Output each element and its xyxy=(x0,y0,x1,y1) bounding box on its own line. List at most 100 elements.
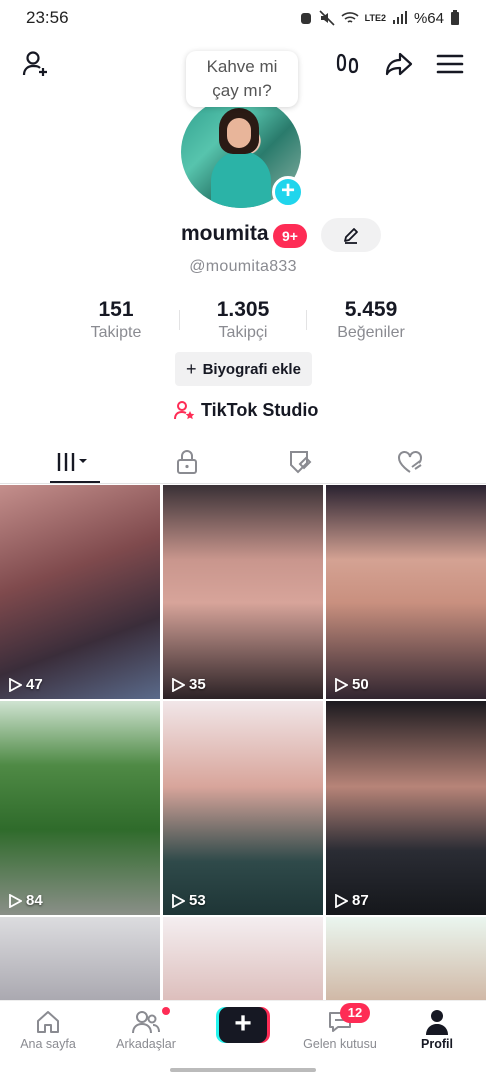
friends-notification-dot xyxy=(162,1007,170,1015)
nav-profile[interactable]: Profil xyxy=(387,1007,486,1051)
profile-icon xyxy=(426,1010,448,1035)
nav-friends[interactable]: Arkadaşlar xyxy=(96,1007,196,1051)
nav-home[interactable]: Ana sayfa xyxy=(0,1007,98,1051)
play-icon xyxy=(9,893,22,908)
note-bubble[interactable]: Kahve mi çay mı? xyxy=(186,51,298,107)
username-row: moumita 9+ xyxy=(0,218,486,252)
battery-percent: %64 xyxy=(413,9,444,27)
inbox-badge: 12 xyxy=(340,1003,370,1023)
view-count: 87 xyxy=(352,892,369,909)
note-line-2: çay mı? xyxy=(212,81,272,100)
home-icon xyxy=(37,1011,59,1033)
stat-label: Beğeniler xyxy=(337,324,405,341)
studio-user-icon xyxy=(174,401,195,420)
video-views: 87 xyxy=(334,892,369,909)
footprints-icon xyxy=(336,53,359,74)
play-icon xyxy=(172,677,185,692)
active-tab-indicator xyxy=(50,481,100,483)
mute-icon xyxy=(319,10,335,26)
stat-value: 1.305 xyxy=(216,298,270,321)
video-grid: 47 35 50 84 53 87 xyxy=(0,485,486,1000)
plus-icon: + xyxy=(186,358,197,379)
play-icon xyxy=(335,677,348,692)
stat-value: 151 xyxy=(98,298,134,321)
nav-profile-label: Profil xyxy=(421,1037,453,1051)
liked-icon xyxy=(398,451,422,473)
alarm-icon xyxy=(300,13,311,24)
lock-icon xyxy=(177,450,197,474)
share-button[interactable] xyxy=(381,46,417,82)
nav-friends-label: Arkadaşlar xyxy=(116,1037,176,1051)
add-bio-button[interactable]: + Biyografi ekle xyxy=(175,352,312,386)
tiktok-studio-link[interactable]: TikTok Studio xyxy=(173,398,318,422)
footprints-button[interactable] xyxy=(330,46,366,82)
video-tile[interactable]: 53 xyxy=(163,701,323,915)
status-time: 23:56 xyxy=(26,8,69,27)
tab-private[interactable] xyxy=(147,440,227,484)
videos-grid-icon xyxy=(57,453,87,471)
video-tile[interactable] xyxy=(326,917,486,1000)
video-tile[interactable]: 47 xyxy=(0,485,160,699)
stat-label: Takipçi xyxy=(218,324,268,341)
username: moumita xyxy=(181,222,269,245)
add-user-icon xyxy=(22,51,47,76)
video-views: 84 xyxy=(8,892,43,909)
video-views: 35 xyxy=(171,676,206,693)
nav-inbox-label: Gelen kutusu xyxy=(303,1037,377,1051)
avatar-container[interactable]: + xyxy=(181,96,305,208)
video-tile[interactable]: 35 xyxy=(163,485,323,699)
view-count: 84 xyxy=(26,892,43,909)
play-icon xyxy=(172,893,185,908)
status-icons: LTE2 %64 xyxy=(299,10,460,27)
view-count: 53 xyxy=(189,892,206,909)
nav-home-label: Ana sayfa xyxy=(20,1037,76,1051)
video-tile[interactable] xyxy=(0,917,160,1000)
view-count: 50 xyxy=(352,676,369,693)
stat-divider xyxy=(179,310,180,330)
friends-icon xyxy=(132,1011,160,1034)
view-count: 47 xyxy=(26,676,43,693)
stat-label: Takipte xyxy=(90,324,142,341)
stat-value: 5.459 xyxy=(344,298,398,321)
stat-following[interactable]: 151 Takipte xyxy=(56,298,176,342)
edit-profile-button[interactable] xyxy=(321,218,381,252)
add-story-icon[interactable]: + xyxy=(272,176,304,208)
home-indicator xyxy=(170,1068,316,1072)
video-views: 53 xyxy=(171,892,206,909)
hamburger-menu-icon xyxy=(436,54,464,74)
video-tile[interactable]: 50 xyxy=(326,485,486,699)
video-tile[interactable] xyxy=(163,917,323,1000)
view-count: 35 xyxy=(189,676,206,693)
tiktok-studio-label: TikTok Studio xyxy=(201,399,319,420)
wifi-icon xyxy=(341,12,359,23)
bottom-navigation: Ana sayfa Arkadaşlar + Gelen kutusu 12 P… xyxy=(0,1000,486,1062)
signal-icon xyxy=(392,11,407,24)
tab-videos[interactable] xyxy=(35,440,115,484)
add-friend-button[interactable] xyxy=(18,46,54,82)
stat-likes[interactable]: 5.459 Beğeniler xyxy=(311,298,431,342)
create-plus-icon: + xyxy=(219,1007,267,1043)
play-icon xyxy=(335,893,348,908)
stat-followers[interactable]: 1.305 Takipçi xyxy=(183,298,303,342)
video-views: 47 xyxy=(8,676,43,693)
play-icon xyxy=(9,677,22,692)
create-button[interactable]: + xyxy=(216,1007,270,1043)
menu-button[interactable] xyxy=(432,46,468,82)
video-views: 50 xyxy=(334,676,369,693)
user-handle: @moumita833 xyxy=(189,258,297,275)
video-tile[interactable]: 87 xyxy=(326,701,486,915)
notification-badge[interactable]: 9+ xyxy=(273,224,307,248)
stat-divider xyxy=(306,310,307,330)
network-label: LTE2 xyxy=(364,13,386,23)
profile-tabs xyxy=(0,440,486,484)
tab-liked[interactable] xyxy=(370,440,450,484)
tab-tagged[interactable] xyxy=(260,440,340,484)
battery-icon xyxy=(451,10,459,25)
tagged-icon xyxy=(290,451,312,474)
pencil-icon xyxy=(344,228,358,244)
video-tile[interactable]: 84 xyxy=(0,701,160,915)
note-line-1: Kahve mi xyxy=(206,57,278,76)
profile-stats: 151 Takipte 1.305 Takipçi 5.459 Beğenile… xyxy=(0,298,486,346)
share-icon xyxy=(385,52,413,76)
add-bio-label: Biyografi ekle xyxy=(202,360,301,378)
